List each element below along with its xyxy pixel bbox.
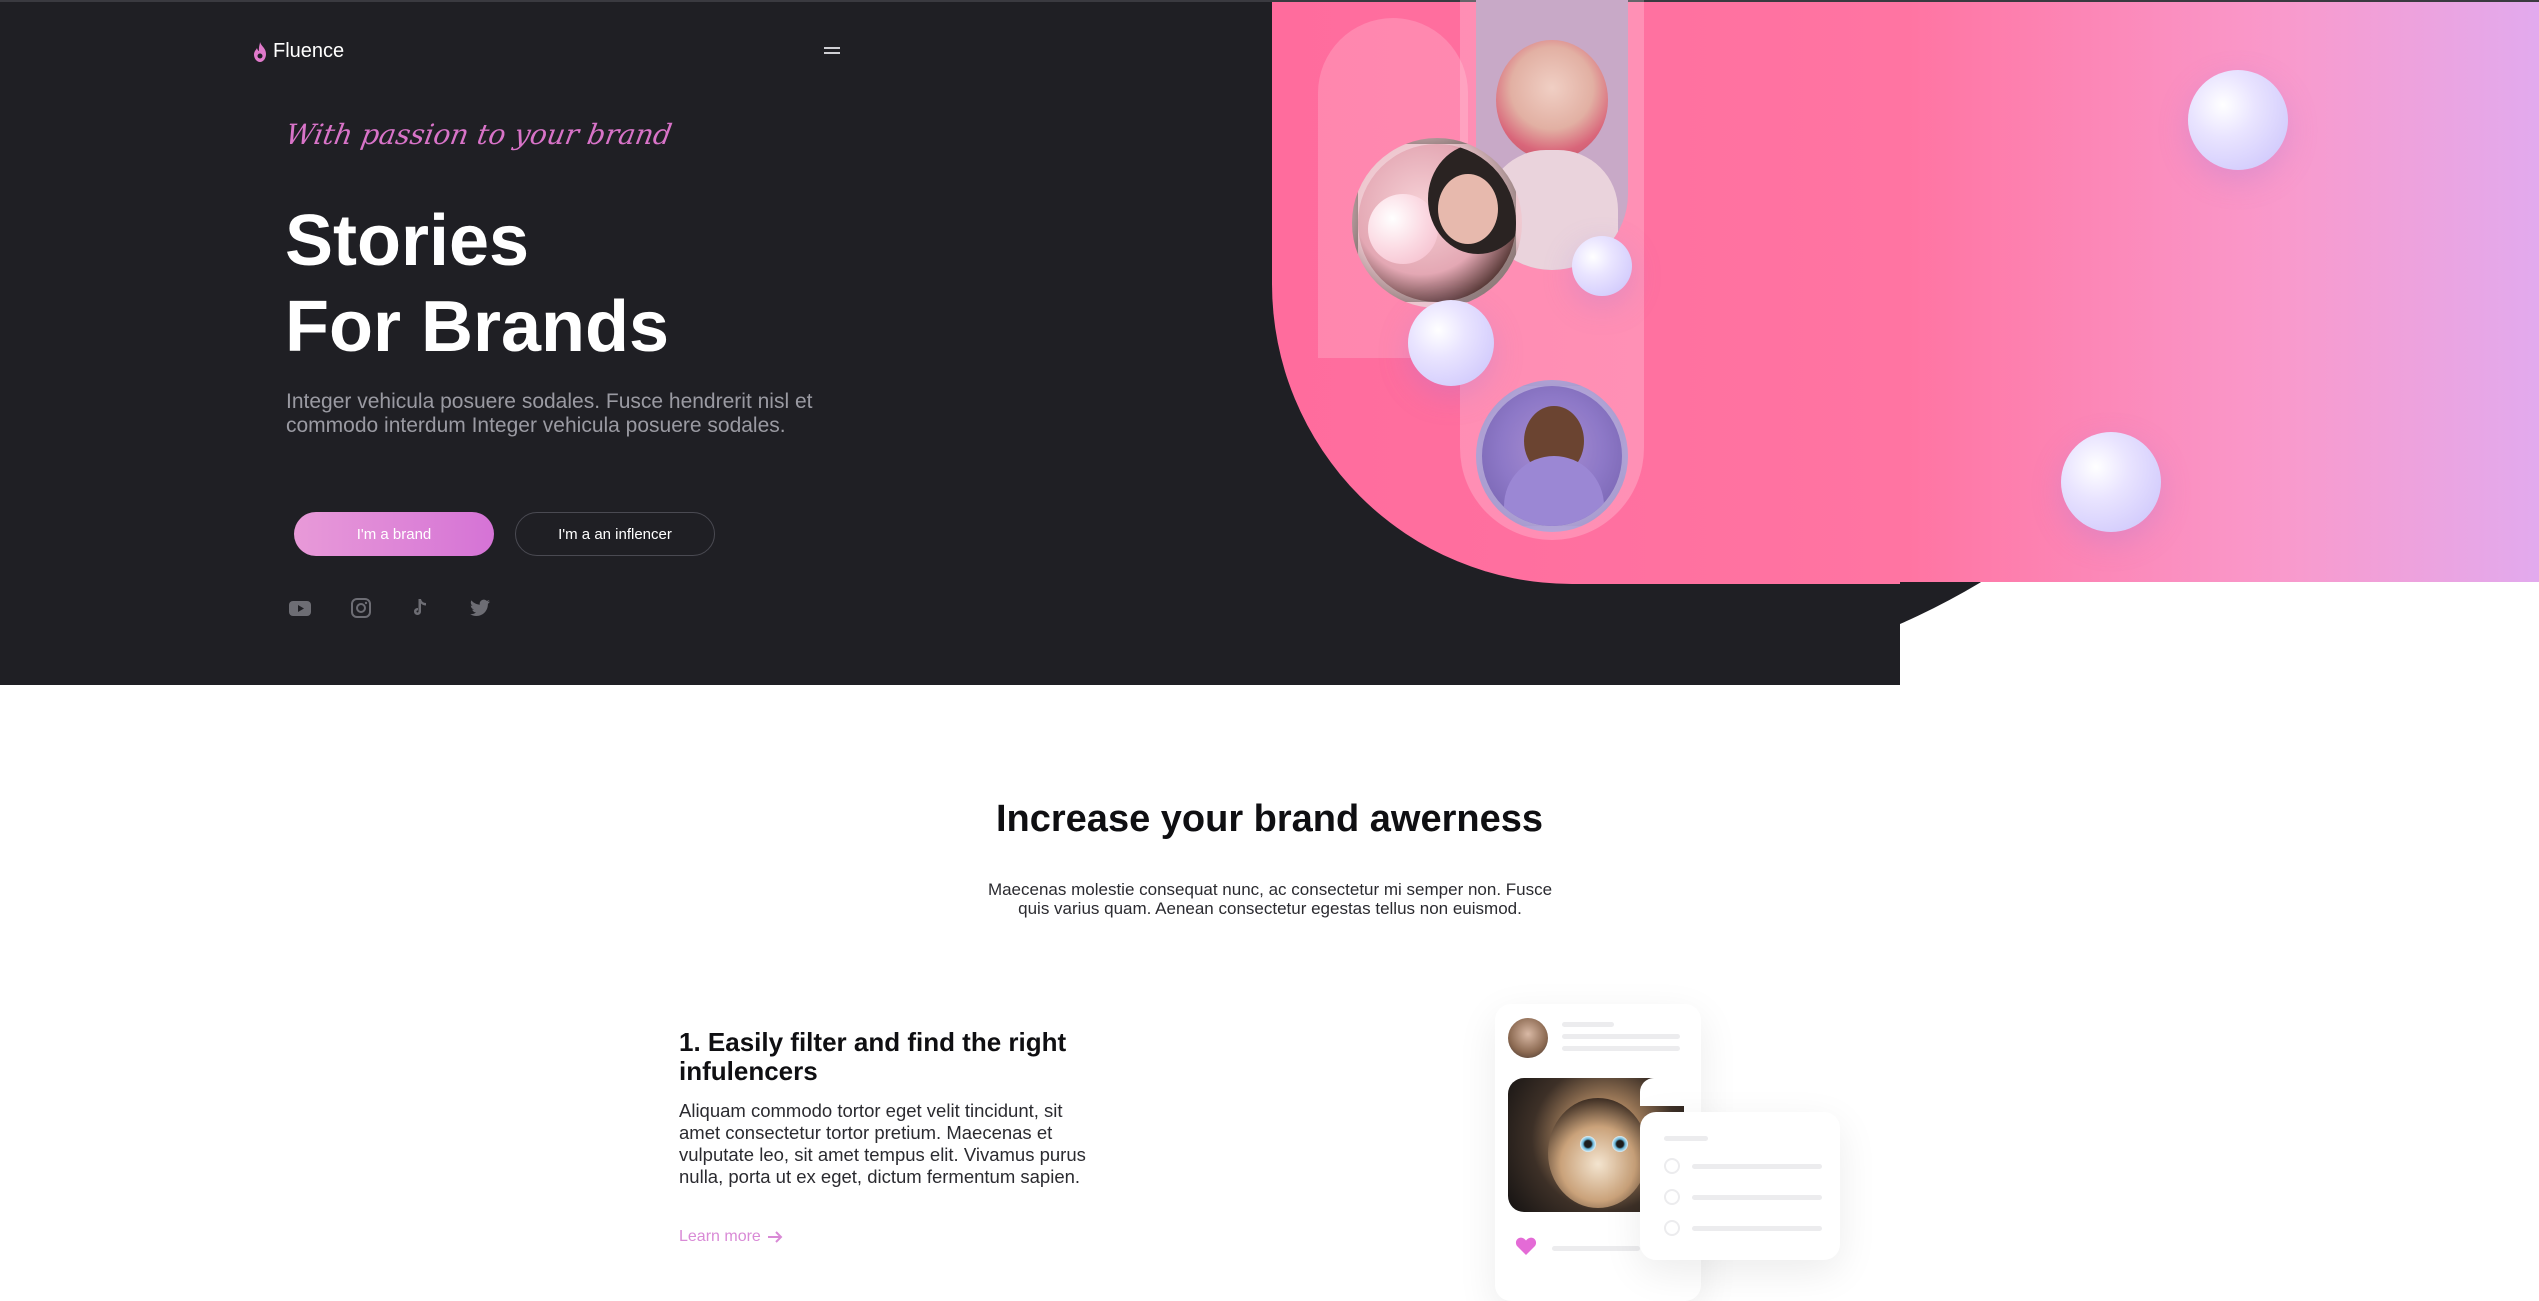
feature-title: 1. Easily filter and find the right infu… [679,1027,1067,1086]
hamburger-menu-icon[interactable] [824,44,840,58]
section-subtitle: Maecenas molestie consequat nunc, ac con… [987,880,1553,918]
influencer-photo-bubblegum [1352,138,1522,308]
twitter-icon[interactable] [468,596,492,620]
learn-more-link[interactable]: Learn more [679,1228,783,1246]
decorative-bubble [2188,70,2288,170]
placeholder-line [1562,1022,1614,1027]
radio-placeholder [1664,1158,1680,1174]
placeholder-line [1552,1246,1640,1251]
influencer-button[interactable]: I'm a an inflencer [515,512,715,556]
placeholder-line [1692,1164,1822,1169]
hero-title-line-1: Stories [285,201,530,281]
hero-title-line-2: For Brands [285,287,670,367]
hero-title: Stories For Brands [285,198,669,370]
placeholder-line [1664,1136,1708,1141]
hero-tagline: With passion to your brand [283,118,675,151]
placeholder-line [1562,1046,1680,1051]
placeholder-line [1692,1226,1822,1231]
decorative-bubble [2061,432,2161,532]
placeholder-line [1562,1034,1680,1039]
heart-icon [1515,1237,1537,1255]
instagram-icon[interactable] [349,596,373,620]
influencer-photo-hoodie [1476,380,1628,532]
brand-name: Fluence [273,40,345,62]
decorative-bubble [1408,300,1494,386]
youtube-icon[interactable] [288,596,312,620]
radio-placeholder [1664,1220,1680,1236]
filter-card-illustration [1640,1112,1840,1260]
card-notch [1640,1078,1700,1106]
placeholder-line [1692,1195,1822,1200]
avatar [1508,1018,1548,1058]
hero-white-right-fill [1900,582,2539,685]
flame-icon [254,41,266,62]
learn-more-label: Learn more [679,1228,761,1245]
section-title: Increase your brand awerness [995,798,1544,840]
tiktok-icon[interactable] [408,596,432,620]
brand-button[interactable]: I'm a brand [294,512,494,556]
radio-placeholder [1664,1189,1680,1205]
feature-body: Aliquam commodo tortor eget velit tincid… [679,1100,1086,1187]
arrow-right-icon [767,1231,783,1243]
hero-lead-text: Integer vehicula posuere sodales. Fusce … [286,390,813,437]
decorative-bubble [1572,236,1632,296]
brand-logo[interactable]: Fluence [253,40,344,63]
